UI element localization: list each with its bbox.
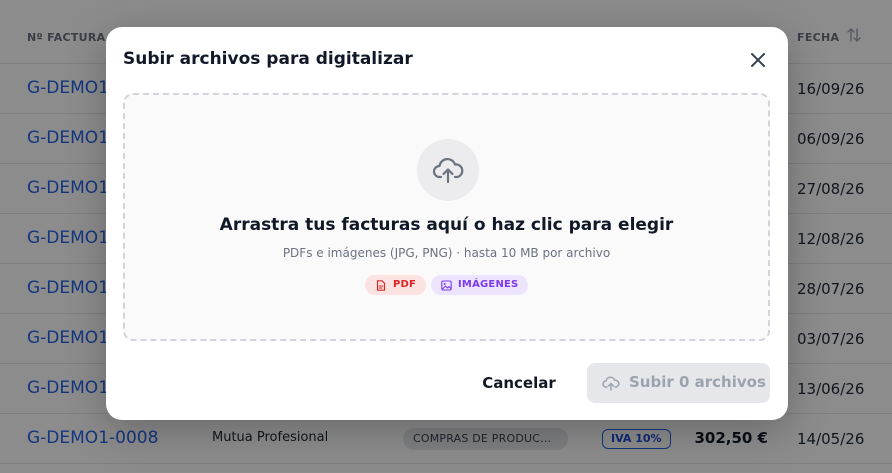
cloud-upload-icon — [602, 376, 620, 391]
images-chip: IMÁGENES — [431, 275, 528, 295]
cancel-button[interactable]: Cancelar — [472, 363, 566, 403]
cloud-upload-icon — [432, 158, 464, 184]
upload-modal: Subir archivos para digitalizar Arrastra… — [106, 27, 788, 420]
dropzone-subtitle: PDFs e imágenes (JPG, PNG) · hasta 10 MB… — [282, 246, 611, 260]
pdf-chip: PDF — [365, 275, 426, 295]
pdf-file-icon — [376, 280, 386, 291]
pdf-chip-label: PDF — [393, 279, 417, 290]
file-dropzone[interactable]: Arrastra tus facturas aquí o haz clic pa… — [123, 93, 770, 341]
upload-files-label: Subir 0 archivos — [629, 373, 766, 391]
image-icon — [441, 280, 452, 291]
upload-files-button[interactable]: Subir 0 archivos — [587, 363, 770, 403]
close-icon — [751, 53, 765, 67]
modal-title: Subir archivos para digitalizar — [123, 49, 413, 69]
close-button[interactable] — [747, 49, 769, 71]
upload-icon-circle — [417, 139, 479, 201]
images-chip-label: IMÁGENES — [458, 279, 519, 290]
dropzone-title: Arrastra tus facturas aquí o haz clic pa… — [219, 215, 674, 235]
